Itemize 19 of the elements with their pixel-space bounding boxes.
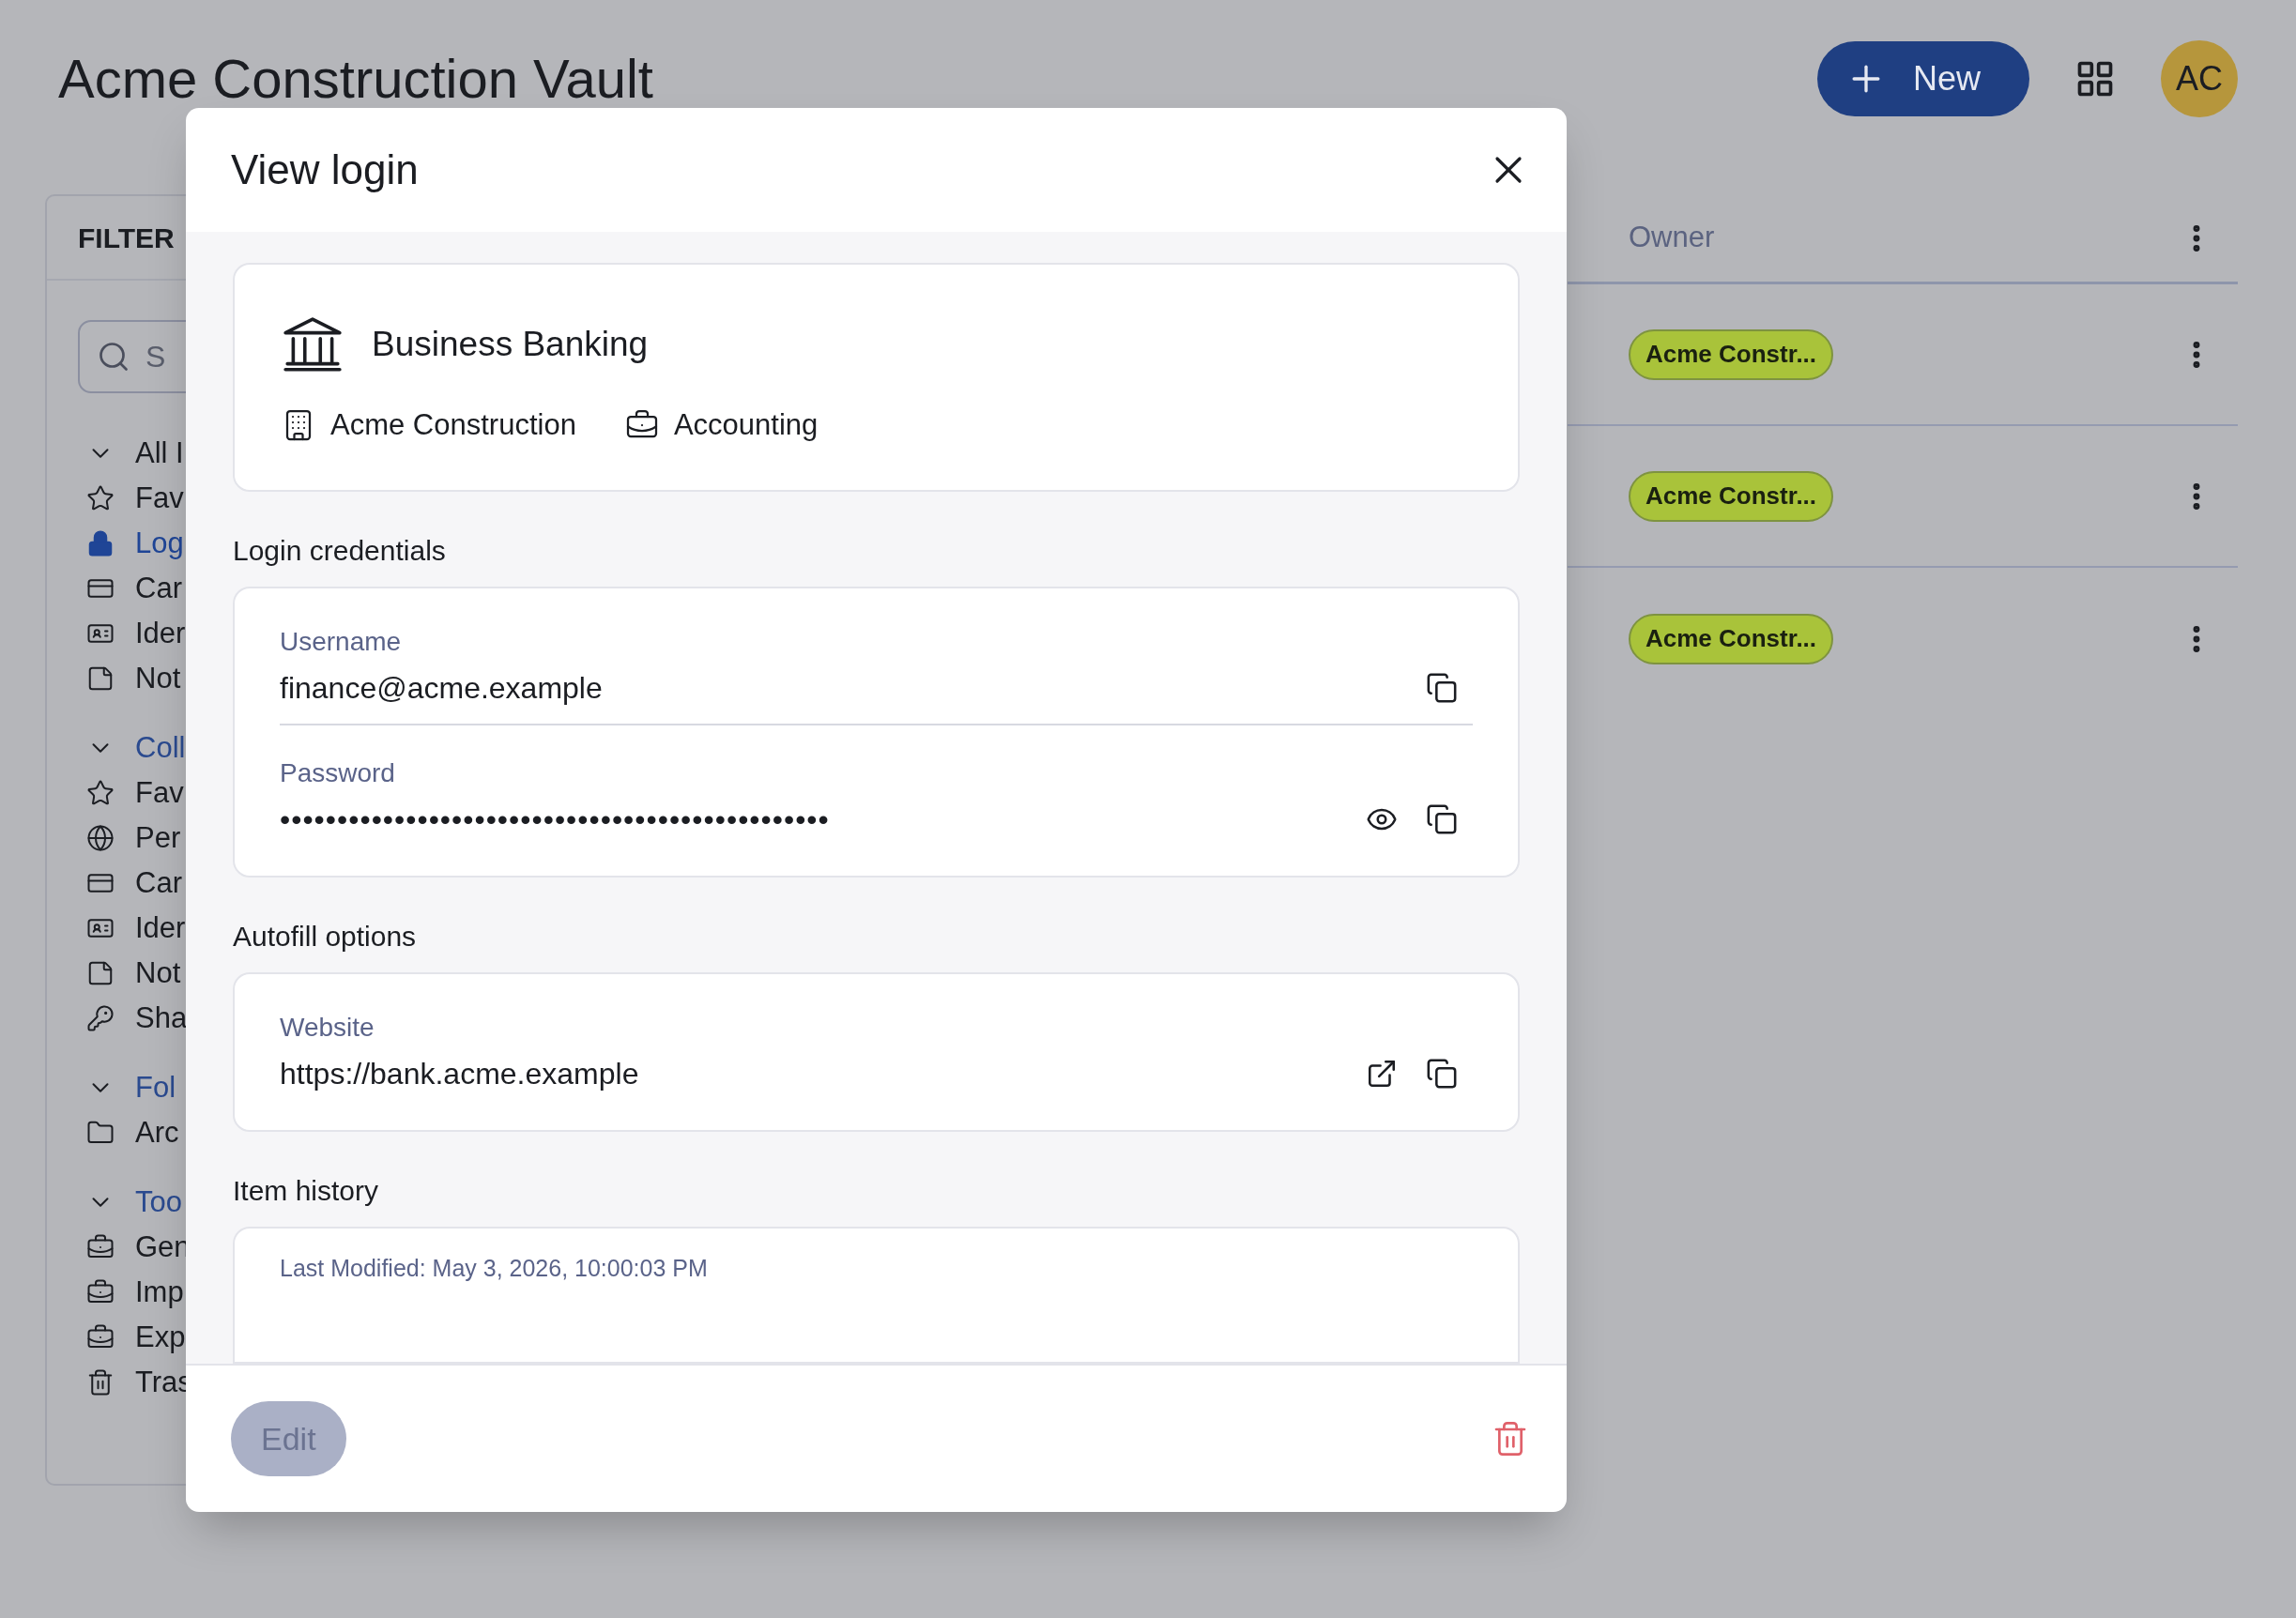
section-heading: Autofill options (233, 919, 418, 954)
field-label: Username (280, 625, 403, 658)
owner-badge: Acme Constr... (1629, 613, 1834, 664)
owner-badge: Acme Constr... (1629, 470, 1834, 522)
section-heading: Login credentials (233, 533, 447, 568)
page-title: Acme Construction Vault (58, 52, 653, 106)
dialog-title: View login (231, 145, 419, 194)
section-heading: Item history (233, 1173, 380, 1208)
field-value: •••••••••••••••••••••••••••••••••••••••••••••••• (280, 801, 830, 838)
collection-label: Accounting (673, 407, 819, 443)
field-value: https://bank.acme.example (280, 1055, 639, 1092)
organization-label: Acme Construction (330, 407, 576, 443)
last-modified-text: Last Modified: May 3, 2026, 10:00:03 PM (280, 1254, 708, 1281)
field-value: finance@acme.example (280, 669, 603, 707)
field-label: Password (280, 756, 396, 789)
field-label: Website (280, 1011, 375, 1044)
item-name: Business Banking (372, 324, 649, 366)
owner-badge: Acme Constr... (1629, 328, 1834, 380)
filters-heading: FILTER (78, 221, 175, 255)
